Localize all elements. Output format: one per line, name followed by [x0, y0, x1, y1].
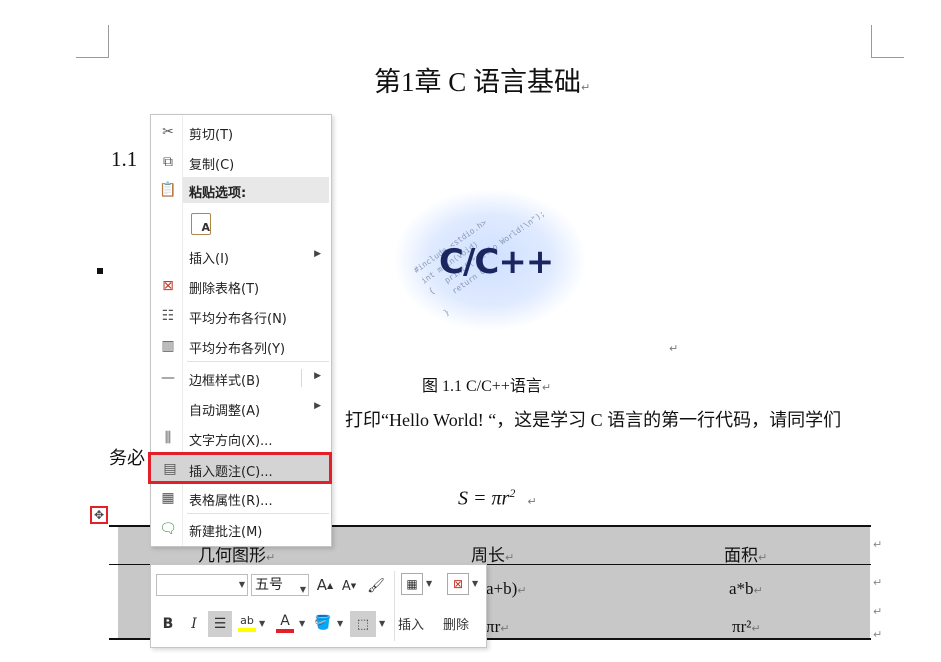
- font-size-dropdown[interactable]: 五号 ▼: [251, 574, 309, 596]
- body-text-line-1: 打印“Hello World! “，这是学习 C 语言的第一行代码，请同学们: [345, 410, 842, 430]
- shrink-font-button[interactable]: A ▼: [339, 577, 359, 595]
- table-header-perimeter: 周长↵: [471, 546, 515, 565]
- chevron-down-icon[interactable]: ▼: [299, 619, 305, 628]
- paragraph-mark: ↵: [669, 342, 679, 355]
- menu-item-new-comment[interactable]: 🗨 新建批注(M): [151, 516, 331, 542]
- delete-table-icon[interactable]: ⊠: [447, 573, 469, 595]
- submenu-arrow-icon: ▶: [314, 249, 321, 259]
- new-comment-icon: 🗨: [159, 521, 177, 537]
- context-menu: ✂ 剪切(T) ⧉ 复制(C) 粘贴选项: 📋 A 插入(I) ▶ ⊠ 删除表格…: [148, 114, 332, 547]
- table-cell-perimeter-1: a+b)↵: [486, 579, 527, 598]
- chapter-title: 第1章 C 语言基础↵: [374, 67, 591, 97]
- delete-button[interactable]: 删除: [443, 614, 469, 633]
- grow-font-button[interactable]: A ▲: [315, 575, 335, 595]
- font-color-swatch: [276, 629, 294, 633]
- menu-separator: [187, 361, 329, 362]
- menu-item-paste-keep-text[interactable]: A: [151, 211, 331, 239]
- distribute-columns-icon: ▥: [161, 338, 175, 354]
- menu-item-distribute-columns[interactable]: ▥ 平均分布各列(Y): [151, 333, 331, 359]
- insert-table-icon[interactable]: ▦: [401, 573, 423, 595]
- insert-caption-icon: ▤: [163, 461, 177, 477]
- highlight-color-swatch: [238, 628, 256, 632]
- menu-item-delete-table[interactable]: ⊠ 删除表格(T): [151, 273, 331, 299]
- toolbar-divider: [394, 571, 395, 641]
- menu-item-border-style[interactable]: — 边框样式(B) ▶: [151, 365, 331, 391]
- borders-icon[interactable]: ⬚: [350, 611, 376, 637]
- mini-toolbar: ▼ 五号 ▼ A ▲ A ▼ 🖌 ▦ ▼ ⊠ ▼ B I ☰ ab ▼ A ▼ 🪣 …: [150, 564, 487, 648]
- table-header-area: 面积↵: [724, 546, 768, 565]
- format-painter-icon[interactable]: 🖌: [365, 575, 387, 597]
- table-cell-area-2: πr²↵: [732, 617, 761, 636]
- text-direction-icon: ⫼: [164, 430, 172, 446]
- page-corner-top-left: [76, 25, 109, 58]
- shading-icon[interactable]: 🪣: [312, 611, 334, 635]
- border-style-icon: —: [161, 370, 175, 386]
- font-color-button[interactable]: A: [274, 611, 296, 635]
- table-move-handle-icon[interactable]: ✥: [90, 506, 108, 524]
- submenu-arrow-icon: ▶: [314, 401, 321, 411]
- font-name-dropdown[interactable]: ▼: [156, 574, 248, 596]
- figure-caption: 图 1.1 C/C++语言↵: [422, 378, 552, 395]
- area-formula: S = πr2↵: [458, 486, 537, 510]
- menu-item-text-direction[interactable]: ⫼ 文字方向(X)...: [151, 425, 331, 451]
- chevron-down-icon[interactable]: ▼: [259, 619, 265, 628]
- menu-item-autofit[interactable]: 自动调整(A) ▶: [151, 395, 331, 421]
- menu-item-cut[interactable]: ✂ 剪切(T): [151, 119, 331, 145]
- body-text-line-2: 务必: [109, 448, 145, 468]
- delete-table-icon: ⊠: [162, 278, 174, 294]
- italic-button[interactable]: I: [183, 613, 205, 635]
- menu-item-table-properties[interactable]: ▦ 表格属性(R)...: [151, 485, 331, 511]
- scissors-icon: ✂: [162, 124, 174, 140]
- row-end-mark: ↵: [873, 538, 883, 551]
- chevron-down-icon[interactable]: ▼: [472, 579, 478, 588]
- chevron-down-icon: ▼: [299, 585, 306, 594]
- menu-item-insert-caption[interactable]: ▤ 插入题注(C)...: [148, 452, 332, 484]
- chevron-down-icon[interactable]: ▼: [426, 579, 432, 588]
- align-center-icon[interactable]: ☰: [208, 611, 232, 637]
- logo-title-text: C/C++: [439, 242, 554, 282]
- chevron-down-icon[interactable]: ▼: [337, 619, 343, 628]
- section-heading: 1.1: [111, 147, 138, 171]
- cpp-logo-image: #include <stdio.h> int main(void) { prin…: [395, 190, 585, 330]
- row-end-mark: ↵: [873, 605, 883, 618]
- table-cell-area-1: a*b↵: [729, 579, 763, 598]
- row-end-mark: ↵: [873, 576, 883, 589]
- menu-separator: [187, 513, 329, 514]
- paste-keep-text-icon: A: [191, 213, 211, 235]
- bullet-mark: [97, 268, 103, 274]
- text-highlight-button[interactable]: ab: [236, 611, 258, 635]
- menu-item-insert[interactable]: 插入(I) ▶: [151, 243, 331, 269]
- menu-paste-options-header: 粘贴选项:: [183, 177, 329, 203]
- bold-button[interactable]: B: [157, 613, 179, 635]
- menu-item-distribute-rows[interactable]: ☷ 平均分布各行(N): [151, 303, 331, 329]
- submenu-arrow-icon: ▶: [314, 371, 321, 381]
- copy-icon: ⧉: [163, 154, 173, 170]
- split-divider: [301, 369, 302, 387]
- insert-button[interactable]: 插入: [398, 614, 424, 633]
- chevron-down-icon: ▼: [238, 580, 245, 589]
- table-cell-perimeter-2: πr↵: [486, 617, 510, 636]
- table-properties-icon: ▦: [161, 490, 175, 506]
- distribute-rows-icon: ☷: [161, 308, 175, 324]
- chevron-down-icon[interactable]: ▼: [379, 619, 385, 628]
- row-end-mark: ↵: [873, 628, 883, 641]
- page-corner-top-right: [871, 25, 904, 58]
- menu-item-copy[interactable]: ⧉ 复制(C): [151, 149, 331, 175]
- clipboard-icon: 📋: [159, 182, 177, 198]
